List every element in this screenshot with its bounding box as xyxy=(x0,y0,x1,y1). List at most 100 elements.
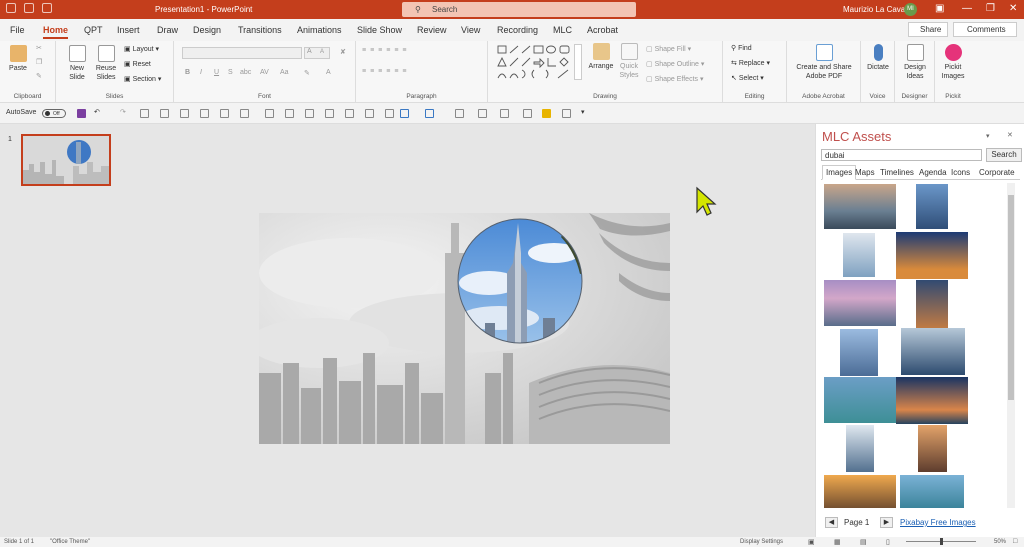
tab-agenda[interactable]: Agenda xyxy=(919,168,947,177)
undo-icon[interactable] xyxy=(24,3,34,13)
tab-insert[interactable]: Insert xyxy=(117,25,140,35)
reset-button[interactable]: ▣ Reset xyxy=(124,60,151,68)
tab-home[interactable]: Home xyxy=(43,25,69,39)
spacing-button[interactable]: AV xyxy=(260,69,269,76)
normal-view-icon[interactable]: ▣ xyxy=(808,538,815,546)
slide[interactable] xyxy=(259,213,670,444)
tab-review[interactable]: Review xyxy=(417,25,447,35)
result-image[interactable] xyxy=(918,425,947,472)
search-input[interactable]: dubai xyxy=(821,149,982,161)
shrink-font-button[interactable]: A xyxy=(320,49,324,55)
dictate-button[interactable]: Dictate xyxy=(863,44,893,72)
avatar[interactable]: MI xyxy=(904,3,917,16)
shape-effects-button[interactable]: ▢ Shape Effects ▾ xyxy=(646,75,704,83)
tab-timelines[interactable]: Timelines xyxy=(880,168,914,177)
toolbar-tool-8-icon[interactable] xyxy=(285,109,294,118)
result-image[interactable] xyxy=(840,329,878,376)
italic-button[interactable]: I xyxy=(200,69,202,76)
minimize-icon[interactable]: — xyxy=(962,3,972,14)
result-image[interactable] xyxy=(916,280,948,328)
result-image[interactable] xyxy=(824,377,896,423)
scrollbar-thumb[interactable] xyxy=(1008,195,1014,400)
grow-font-button[interactable]: A xyxy=(307,48,312,55)
result-image[interactable] xyxy=(900,475,964,508)
shadow-button[interactable]: abc xyxy=(240,69,251,76)
tab-images[interactable]: Images xyxy=(822,165,857,180)
tab-mlc[interactable]: MLC xyxy=(553,25,572,35)
tab-transitions[interactable]: Transitions xyxy=(238,25,282,35)
shapes-gallery[interactable] xyxy=(496,44,578,82)
create-share-pdf-button[interactable]: Create and Share Adobe PDF xyxy=(791,44,857,81)
toolbar-tool-1-icon[interactable] xyxy=(140,109,149,118)
result-image[interactable] xyxy=(901,328,965,375)
paste-button[interactable]: Paste xyxy=(6,45,30,73)
comments-button[interactable]: Comments xyxy=(953,22,1017,37)
user-name[interactable]: Maurizio La Cava xyxy=(843,5,905,14)
section-button[interactable]: ▣ Section ▾ xyxy=(124,75,161,83)
tab-animations[interactable]: Animations xyxy=(297,25,342,35)
shape-fill-button[interactable]: ▢ Shape Fill ▾ xyxy=(646,45,691,53)
pickit-images-button[interactable]: Pickit Images xyxy=(937,44,969,81)
bold-button[interactable]: B xyxy=(185,69,190,76)
autosave-toggle[interactable]: Off xyxy=(42,109,66,118)
toolbar-tool-9-icon[interactable] xyxy=(305,109,314,118)
toolbar-tool-15-icon[interactable] xyxy=(425,109,434,118)
toolbar-tool-3-icon[interactable] xyxy=(180,109,189,118)
new-slide-button[interactable]: New Slide xyxy=(64,45,90,82)
slideshow-icon[interactable]: ▯ xyxy=(886,538,890,546)
strikethrough-button[interactable]: S xyxy=(228,69,233,76)
font-name-box[interactable] xyxy=(182,47,302,59)
toolbar-tool-18-icon[interactable] xyxy=(500,109,509,118)
maximize-icon[interactable]: ❐ xyxy=(986,3,995,14)
shape-outline-button[interactable]: ▢ Shape Outline ▾ xyxy=(646,60,704,68)
layout-button[interactable]: ▣ Layout ▾ xyxy=(124,45,159,53)
clear-format-icon[interactable]: ✘ xyxy=(340,48,346,56)
result-image[interactable] xyxy=(916,184,948,229)
tab-icons[interactable]: Icons xyxy=(951,168,970,177)
fit-to-window-icon[interactable]: □ xyxy=(1013,538,1017,545)
title-search[interactable]: ⚲ Search xyxy=(402,2,636,17)
tab-draw[interactable]: Draw xyxy=(157,25,178,35)
cut-icon[interactable]: ✂ xyxy=(36,44,42,52)
tab-view[interactable]: View xyxy=(461,25,480,35)
result-image[interactable] xyxy=(824,475,896,508)
replace-button[interactable]: ⇆ Replace ▾ xyxy=(731,59,770,67)
select-button[interactable]: ↖ Select ▾ xyxy=(731,74,764,82)
toolbar-tool-12-icon[interactable] xyxy=(365,109,374,118)
toolbar-tool-6-icon[interactable] xyxy=(240,109,249,118)
quick-access-icons[interactable] xyxy=(6,3,52,13)
slide-thumbnail[interactable] xyxy=(21,134,111,186)
list-icons[interactable]: ≡≡≡≡≡≡ xyxy=(362,47,411,54)
highlight-icon[interactable]: ✎ xyxy=(304,69,310,77)
arrange-button[interactable]: Arrange xyxy=(585,43,617,71)
format-painter-icon[interactable]: ✎ xyxy=(36,72,42,80)
result-image[interactable] xyxy=(824,184,896,229)
toolbar-tool-7-icon[interactable] xyxy=(265,109,274,118)
change-case-button[interactable]: Aa xyxy=(280,69,289,76)
tab-maps[interactable]: Maps xyxy=(855,168,875,177)
result-image[interactable] xyxy=(896,377,968,424)
tab-acrobat[interactable]: Acrobat xyxy=(587,25,618,35)
slide-sorter-icon[interactable]: ▦ xyxy=(834,538,841,546)
result-image[interactable] xyxy=(896,232,968,279)
quick-styles-button[interactable]: Quick Styles xyxy=(616,43,642,80)
tab-qpt[interactable]: QPT xyxy=(84,25,103,35)
reading-view-icon[interactable]: ▤ xyxy=(860,538,867,546)
zoom-level[interactable]: 50% xyxy=(994,539,1006,545)
align-icons[interactable]: ≡≡≡≡≡≡ xyxy=(362,68,411,75)
toolbar-tool-5-icon[interactable] xyxy=(220,109,229,118)
next-page-button[interactable]: ▶ xyxy=(880,517,893,528)
font-color-icon[interactable]: A xyxy=(326,69,331,76)
underline-button[interactable]: U xyxy=(214,69,219,76)
result-image[interactable] xyxy=(824,280,896,326)
result-image[interactable] xyxy=(846,425,874,472)
prev-page-button[interactable]: ◀ xyxy=(825,517,838,528)
share-button[interactable]: Share xyxy=(908,22,948,37)
toolbar-tool-16-icon[interactable] xyxy=(455,109,464,118)
tab-corporate[interactable]: Corporate xyxy=(979,168,1015,177)
toolbar-tool-14-icon[interactable] xyxy=(400,109,409,118)
zoom-slider-thumb[interactable] xyxy=(940,538,943,545)
reuse-slides-button[interactable]: Reuse Slides xyxy=(93,45,119,82)
close-icon[interactable]: ✕ xyxy=(1009,3,1017,14)
redo-icon[interactable]: ↷ xyxy=(120,108,126,116)
